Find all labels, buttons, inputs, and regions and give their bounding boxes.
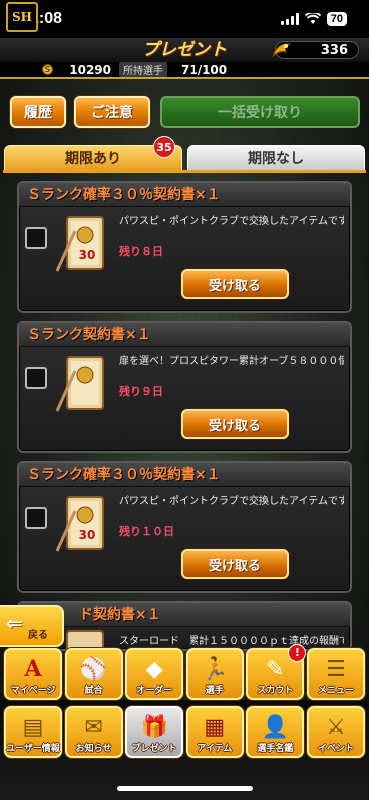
user-info-icon: ▤	[22, 714, 44, 740]
nav-label: 試合	[84, 686, 103, 696]
history-button[interactable]: 履歴	[10, 96, 66, 128]
gift-title: Ｓランク確率３０％契約書×１	[19, 183, 350, 207]
contract-item-icon	[55, 356, 104, 412]
nav-mypage[interactable]: A マイページ	[4, 648, 62, 700]
nav-label: イベント	[317, 744, 354, 754]
gift-remaining: 残り１０日	[119, 525, 174, 538]
nav-player[interactable]: 🏃 選手	[185, 648, 244, 700]
contract-item-icon: 30	[55, 216, 104, 272]
main-nav: A マイページ ⚾ 試合 ◆ オーダー 🏃 選手 ✎ スカウト ! ☰ メニュー	[0, 644, 369, 702]
status-icons: 70	[280, 12, 347, 26]
tab-with-expiry[interactable]: 期限あり 35	[4, 136, 182, 171]
nav-label: 選手	[205, 686, 224, 696]
fire-bird-icon	[271, 43, 292, 58]
wifi-icon	[304, 13, 321, 25]
nav-label: アイテム	[197, 744, 233, 754]
gift-checkbox[interactable]	[25, 227, 47, 249]
nav-order[interactable]: ◆ オーダー	[125, 648, 184, 700]
gift-title: ド契約書×１	[19, 603, 350, 627]
nav-item[interactable]: ▦ アイテム	[185, 706, 244, 758]
nav-user-info[interactable]: ▤ ユーザー情報	[4, 706, 62, 758]
contract-item-icon: 30	[55, 496, 104, 552]
gift-remaining: 残り８日	[119, 245, 163, 258]
header: プレゼント 336	[0, 38, 369, 62]
gift-remaining: 残り９日	[119, 385, 163, 398]
receive-button[interactable]: 受け取る	[181, 409, 289, 439]
resource-bar: S 10290 所持選手 71/100	[0, 62, 369, 79]
gift-title: Ｓランク確率３０％契約書×１	[19, 463, 350, 487]
owned-players-label: 所持選手	[119, 62, 167, 77]
tab-no-expiry[interactable]: 期限なし	[187, 145, 365, 171]
gift-description: スターロード 累計１５００００ｐｔ達成の報酬です。	[119, 636, 344, 647]
gift-card: Ｓランク確率３０％契約書×１ 30 パワスピ・ポイントクラブで交換したアイテムで…	[17, 181, 352, 313]
gift-card: ド契約書×１ スターロード 累計１５００００ｐｔ達成の報酬です。	[17, 601, 352, 653]
tab-no-expiry-label: 期限なし	[248, 151, 304, 167]
nav-label: プレゼント	[131, 744, 177, 754]
sub-nav: ▤ ユーザー情報 ✉ お知らせ 🎁 プレゼント ▦ アイテム 👤 選手名鑑 ⚔ …	[0, 706, 369, 760]
nav-label: オーダー	[136, 686, 173, 696]
tab-underline	[3, 170, 366, 173]
coin-value: 10290	[69, 62, 111, 77]
status-bar: 1:08 70	[0, 0, 369, 38]
sh-logo: SH	[6, 2, 38, 32]
back-arrow-icon: ⇐	[6, 611, 23, 635]
nav-label: ユーザー情報	[6, 744, 60, 754]
present-icon: 🎁	[140, 714, 168, 740]
gift-description: パワスピ・ポイントクラブで交換したアイテムです。	[119, 216, 344, 227]
player-icon: 🏃	[201, 656, 229, 682]
event-icon: ⚔	[326, 714, 346, 740]
item-badge: 30	[79, 528, 96, 542]
nav-label: スカウト	[257, 686, 294, 696]
gift-checkbox[interactable]	[25, 507, 47, 529]
nav-game[interactable]: ⚾ 試合	[64, 648, 123, 700]
diamond-icon: ◆	[145, 656, 163, 682]
count-badge: 35	[153, 136, 175, 158]
signal-icon	[280, 13, 299, 25]
gift-card: Ｓランク契約書×１ 扉を選べ！プロスピタワー累計オーブ５８０００個達成の報酬です…	[17, 321, 352, 453]
tab-with-expiry-label: 期限あり	[65, 151, 121, 167]
notice-icon: ✉	[84, 714, 103, 740]
battery-icon: 70	[326, 12, 347, 26]
nav-notice[interactable]: ✉ お知らせ	[64, 706, 123, 758]
mypage-icon: A	[24, 656, 42, 682]
back-button[interactable]: ⇐ 戻る	[0, 605, 64, 647]
nav-label: お知らせ	[75, 744, 112, 754]
nav-menu[interactable]: ☰ メニュー	[306, 648, 365, 700]
owned-players-value: 71/100	[181, 62, 228, 77]
nav-label: メニュー	[317, 686, 354, 696]
gift-description: パワスピ・ポイントクラブで交換したアイテムです。	[119, 496, 344, 507]
gift-card: Ｓランク確率３０％契約書×１ 30 パワスピ・ポイントクラブで交換したアイテムで…	[17, 461, 352, 593]
field-icon: ⚾	[79, 656, 108, 682]
alert-badge: !	[288, 644, 307, 662]
nav-directory[interactable]: 👤 選手名鑑	[246, 706, 305, 758]
gift-title: Ｓランク契約書×１	[19, 323, 350, 347]
home-indicator	[117, 786, 253, 791]
receive-all-button[interactable]: 一括受け取り	[160, 96, 360, 128]
nav-present[interactable]: 🎁 プレゼント	[125, 706, 184, 758]
receive-button[interactable]: 受け取る	[181, 269, 289, 299]
currency-display[interactable]: 336	[271, 41, 359, 59]
caution-button[interactable]: ご注意	[74, 96, 150, 128]
gift-description: 扉を選べ！プロスピタワー累計オーブ５８０００個達成の報酬です。	[119, 356, 344, 367]
directory-icon: 👤	[261, 714, 290, 740]
nav-label: マイページ	[10, 686, 56, 696]
coin-icon: S	[42, 64, 53, 75]
nav-scout[interactable]: ✎ スカウト !	[246, 644, 307, 700]
item-icon: ▦	[204, 714, 226, 740]
item-badge: 30	[79, 248, 96, 262]
menu-icon: ☰	[326, 656, 346, 682]
currency-value: 336	[320, 42, 348, 58]
back-label: 戻る	[28, 630, 48, 641]
gift-checkbox[interactable]	[25, 367, 47, 389]
nav-event[interactable]: ⚔ イベント	[306, 706, 365, 758]
receive-button[interactable]: 受け取る	[181, 549, 289, 579]
nav-label: 選手名鑑	[257, 744, 294, 754]
